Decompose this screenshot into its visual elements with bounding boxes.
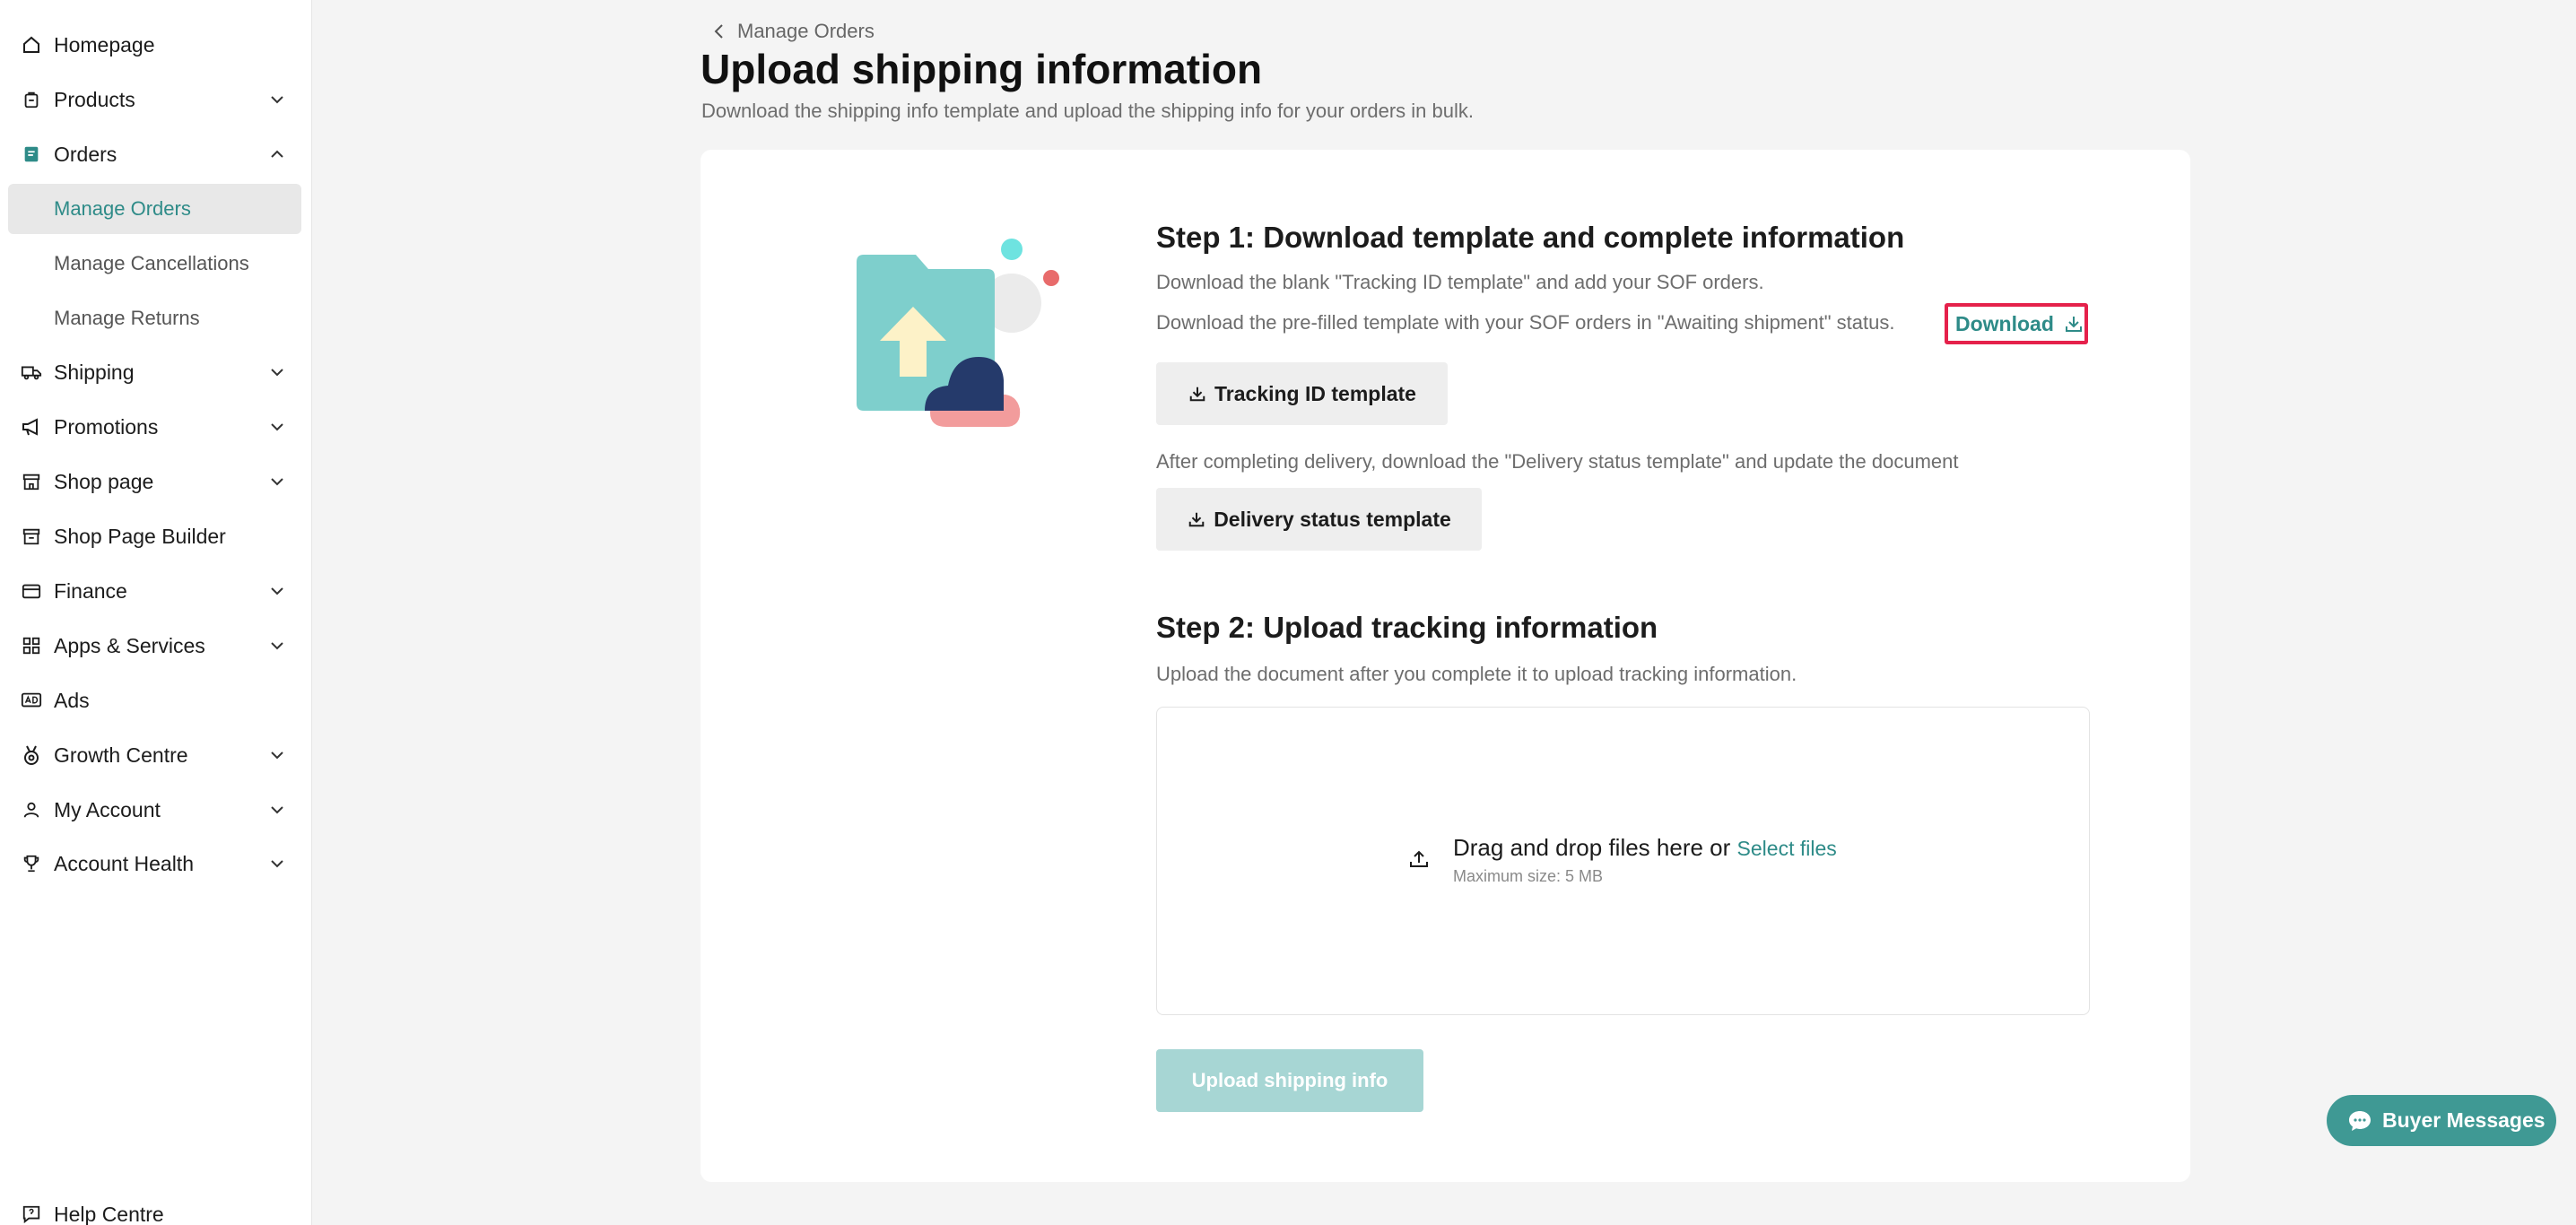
upload-shipping-info-button[interactable]: Upload shipping info (1156, 1049, 1423, 1112)
orders-icon (20, 143, 43, 166)
sidebar-item-promotions[interactable]: Promotions (0, 402, 312, 452)
sidebar-item-homepage[interactable]: Homepage (0, 20, 312, 70)
buyer-messages-label: Buyer Messages (2382, 1108, 2546, 1132)
storefront-builder-icon (20, 525, 43, 548)
sidebar-item-label: Homepage (54, 32, 155, 56)
download-link-label: Download (1955, 311, 2054, 335)
upload-shipping-info-label: Upload shipping info (1191, 1069, 1388, 1091)
download-prefilled-link[interactable]: Download (1945, 303, 2088, 344)
user-icon (20, 798, 43, 821)
dropzone-text-line: Drag and drop files here or Select files (1453, 834, 1837, 862)
step2-desc: Upload the document after you complete i… (1156, 663, 1797, 685)
chevron-down-icon (267, 90, 287, 109)
sidebar-item-label: Finance (54, 578, 127, 603)
ads-icon (20, 689, 43, 712)
sidebar-item-orders[interactable]: Orders (0, 129, 312, 179)
step2-title: Step 2: Upload tracking information (1156, 611, 1658, 644)
sidebar-subitem-manage-returns[interactable]: Manage Returns (8, 293, 301, 343)
chevron-left-icon (710, 22, 728, 40)
delivery-status-template-button[interactable]: Delivery status template (1156, 488, 1482, 551)
sidebar-item-finance[interactable]: Finance (0, 566, 312, 616)
upload-icon (1406, 847, 1432, 872)
step1-title: Step 1: Download template and complete i… (1156, 221, 1905, 254)
sidebar-item-label: Shipping (54, 360, 135, 384)
tracking-id-template-label: Tracking ID template (1214, 381, 1416, 405)
sidebar-item-shop-page[interactable]: Shop page (0, 456, 312, 507)
step1-desc-delivery-status: After completing delivery, download the … (1156, 450, 1959, 473)
sidebar-subitem-label: Manage Orders (54, 197, 191, 220)
sidebar-item-shop-page-builder[interactable]: Shop Page Builder (0, 511, 312, 561)
sidebar-item-ads[interactable]: Ads (0, 675, 312, 725)
page-title: Upload shipping information (701, 46, 1263, 92)
sidebar-item-label: Orders (54, 142, 117, 166)
megaphone-icon (20, 415, 43, 439)
download-icon (1187, 509, 1206, 529)
sidebar-subitem-label: Manage Cancellations (54, 252, 249, 274)
download-icon (2063, 313, 2084, 334)
chevron-down-icon (267, 854, 287, 873)
sidebar-item-apps-services[interactable]: Apps & Services (0, 621, 312, 671)
sidebar-item-label: Promotions (54, 414, 159, 439)
sidebar: Homepage Products Orders Manage Orders M… (0, 0, 312, 1225)
breadcrumb-back-link[interactable]: Manage Orders (710, 18, 875, 45)
sidebar-subitem-manage-orders[interactable]: Manage Orders (8, 184, 301, 234)
sidebar-item-help-centre[interactable]: Help Centre (0, 1189, 312, 1225)
page-subtitle: Download the shipping info template and … (701, 100, 1474, 122)
step1-desc-blank-template: Download the blank "Tracking ID template… (1156, 271, 1764, 293)
help-icon (20, 1203, 43, 1225)
chevron-up-icon (267, 144, 287, 164)
step1-desc-prefilled-template: Download the pre-filled template with yo… (1156, 311, 1895, 334)
sidebar-item-label: Apps & Services (54, 633, 205, 657)
sidebar-item-products[interactable]: Products (0, 74, 312, 125)
product-bag-icon (20, 88, 43, 111)
max-size-note: Maximum size: 5 MB (1453, 867, 1604, 885)
chevron-down-icon (267, 362, 287, 382)
sidebar-item-label: Growth Centre (54, 743, 188, 767)
breadcrumb-label: Manage Orders (737, 20, 875, 42)
sidebar-subitem-manage-cancellations[interactable]: Manage Cancellations (8, 239, 301, 289)
home-icon (20, 33, 43, 56)
sidebar-item-label: Shop page (54, 469, 154, 493)
download-icon (1188, 384, 1207, 404)
select-files-link[interactable]: Select files (1737, 837, 1837, 860)
sidebar-item-label: Account Health (54, 851, 194, 875)
storefront-icon (20, 470, 43, 493)
sidebar-item-growth-centre[interactable]: Growth Centre (0, 730, 312, 780)
folder-upload-illustration (857, 239, 1059, 427)
sidebar-item-label: Products (54, 87, 135, 111)
sidebar-item-label: Shop Page Builder (54, 524, 226, 548)
chevron-down-icon (267, 581, 287, 601)
buyer-messages-button[interactable]: Buyer Messages (2327, 1095, 2556, 1146)
sidebar-subitem-label: Manage Returns (54, 307, 200, 329)
sidebar-item-label: Ads (54, 688, 90, 712)
wallet-icon (20, 579, 43, 603)
sidebar-item-label: My Account (54, 797, 161, 821)
chevron-down-icon (267, 800, 287, 820)
tracking-id-template-button[interactable]: Tracking ID template (1156, 362, 1448, 425)
trophy-icon (20, 852, 43, 875)
chevron-down-icon (267, 417, 287, 437)
sidebar-item-account-health[interactable]: Account Health (0, 838, 312, 889)
file-dropzone[interactable]: Drag and drop files here or Select files… (1156, 707, 2090, 1015)
truck-icon (20, 361, 43, 384)
chevron-down-icon (267, 745, 287, 765)
chevron-down-icon (267, 472, 287, 491)
medal-icon (20, 743, 43, 767)
chat-bubble-icon (2346, 1108, 2373, 1134)
delivery-status-template-label: Delivery status template (1214, 507, 1451, 531)
dropzone-instruction: Drag and drop files here or (1453, 834, 1731, 861)
chevron-down-icon (267, 636, 287, 656)
apps-grid-icon (20, 634, 43, 657)
sidebar-item-my-account[interactable]: My Account (0, 785, 312, 835)
sidebar-item-shipping[interactable]: Shipping (0, 347, 312, 397)
sidebar-item-label: Help Centre (54, 1202, 164, 1225)
